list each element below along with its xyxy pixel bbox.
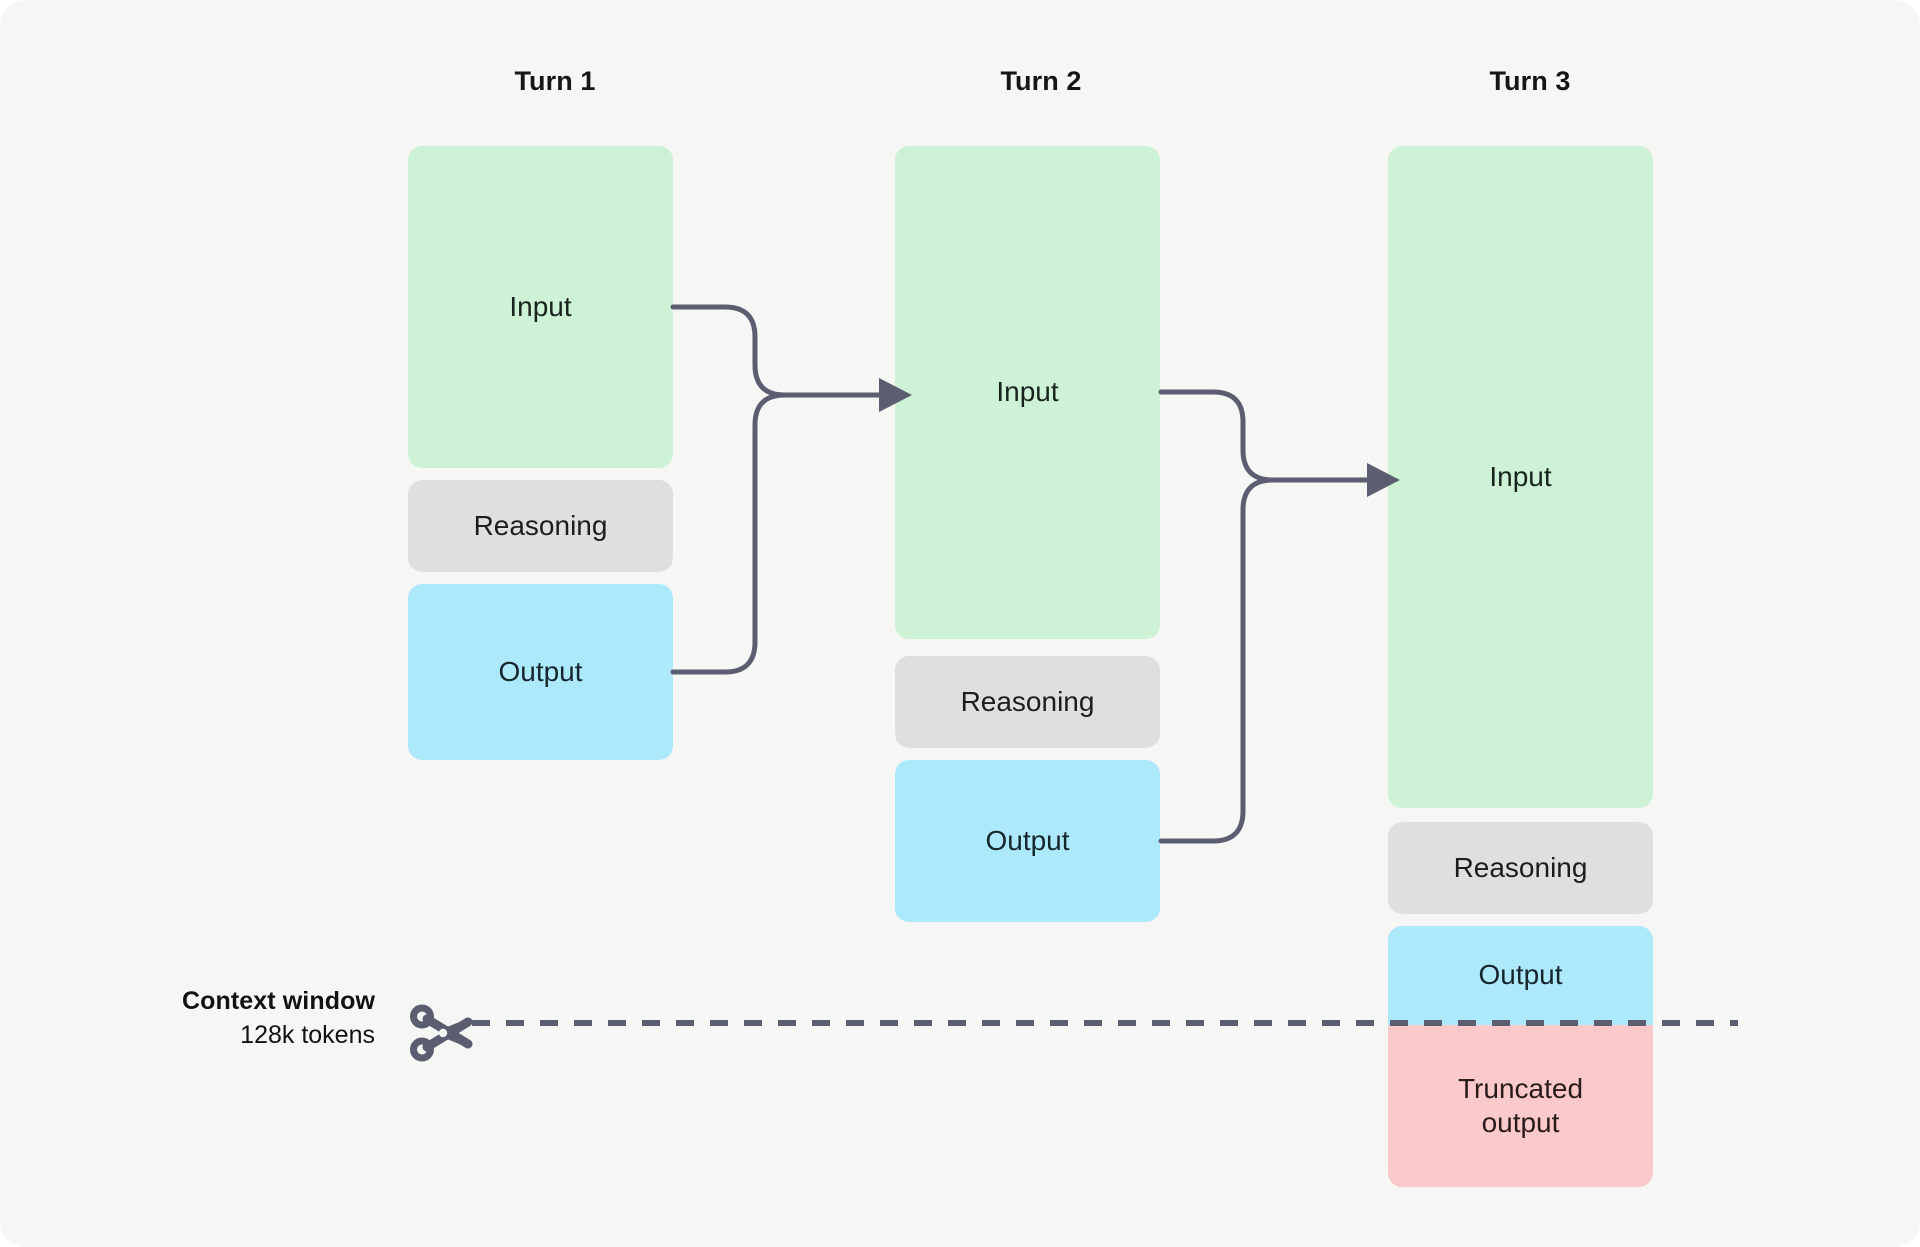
turn-3-output-label: Output: [1478, 959, 1563, 991]
turn-3-input-label: Input: [1489, 460, 1552, 492]
turn-2-output-block: Output: [895, 760, 1160, 922]
turn-2-reasoning-label: Reasoning: [960, 685, 1095, 717]
turn-2-input-block: Input: [895, 146, 1160, 639]
turn-3-reasoning-label: Reasoning: [1453, 851, 1588, 883]
turn-2-header: Turn 2: [1000, 66, 1082, 96]
turn-2-input-label: Input: [996, 376, 1059, 408]
turn-1-input-block: Input: [408, 146, 673, 468]
diagram-canvas: Turn 1 Turn 2 Turn 3 Input Reasoning Out…: [0, 0, 1920, 1247]
turn-3-output-block: Output: [1388, 926, 1653, 1025]
turn-1-output-label: Output: [498, 655, 583, 687]
context-window-label: Context window 128k tokens: [100, 985, 375, 1052]
turn-3-input-block: Input: [1388, 146, 1653, 808]
connector-turn2-to-turn3: [1158, 389, 1400, 844]
turn-1-header: Turn 1: [514, 66, 596, 96]
turn-1-reasoning-label: Reasoning: [473, 509, 608, 541]
turn-2-reasoning-block: Reasoning: [895, 656, 1160, 748]
turn-3-truncated-output-block: Truncated output: [1388, 1025, 1653, 1187]
turn-3-reasoning-block: Reasoning: [1388, 822, 1653, 914]
context-window-title: Context window: [181, 987, 375, 1015]
connector-turn1-to-turn2: [670, 304, 912, 675]
scissors-icon: [410, 1004, 473, 1062]
turn-1-reasoning-block: Reasoning: [408, 480, 673, 572]
turn-1-output-block: Output: [408, 584, 673, 760]
turn-3-header: Turn 3: [1489, 66, 1571, 96]
turn-2-output-label: Output: [985, 824, 1070, 856]
context-window-token-count: 128k tokens: [240, 1020, 375, 1049]
context-window-cut-line: [472, 1020, 1738, 1026]
turn-1-input-label: Input: [509, 290, 572, 322]
